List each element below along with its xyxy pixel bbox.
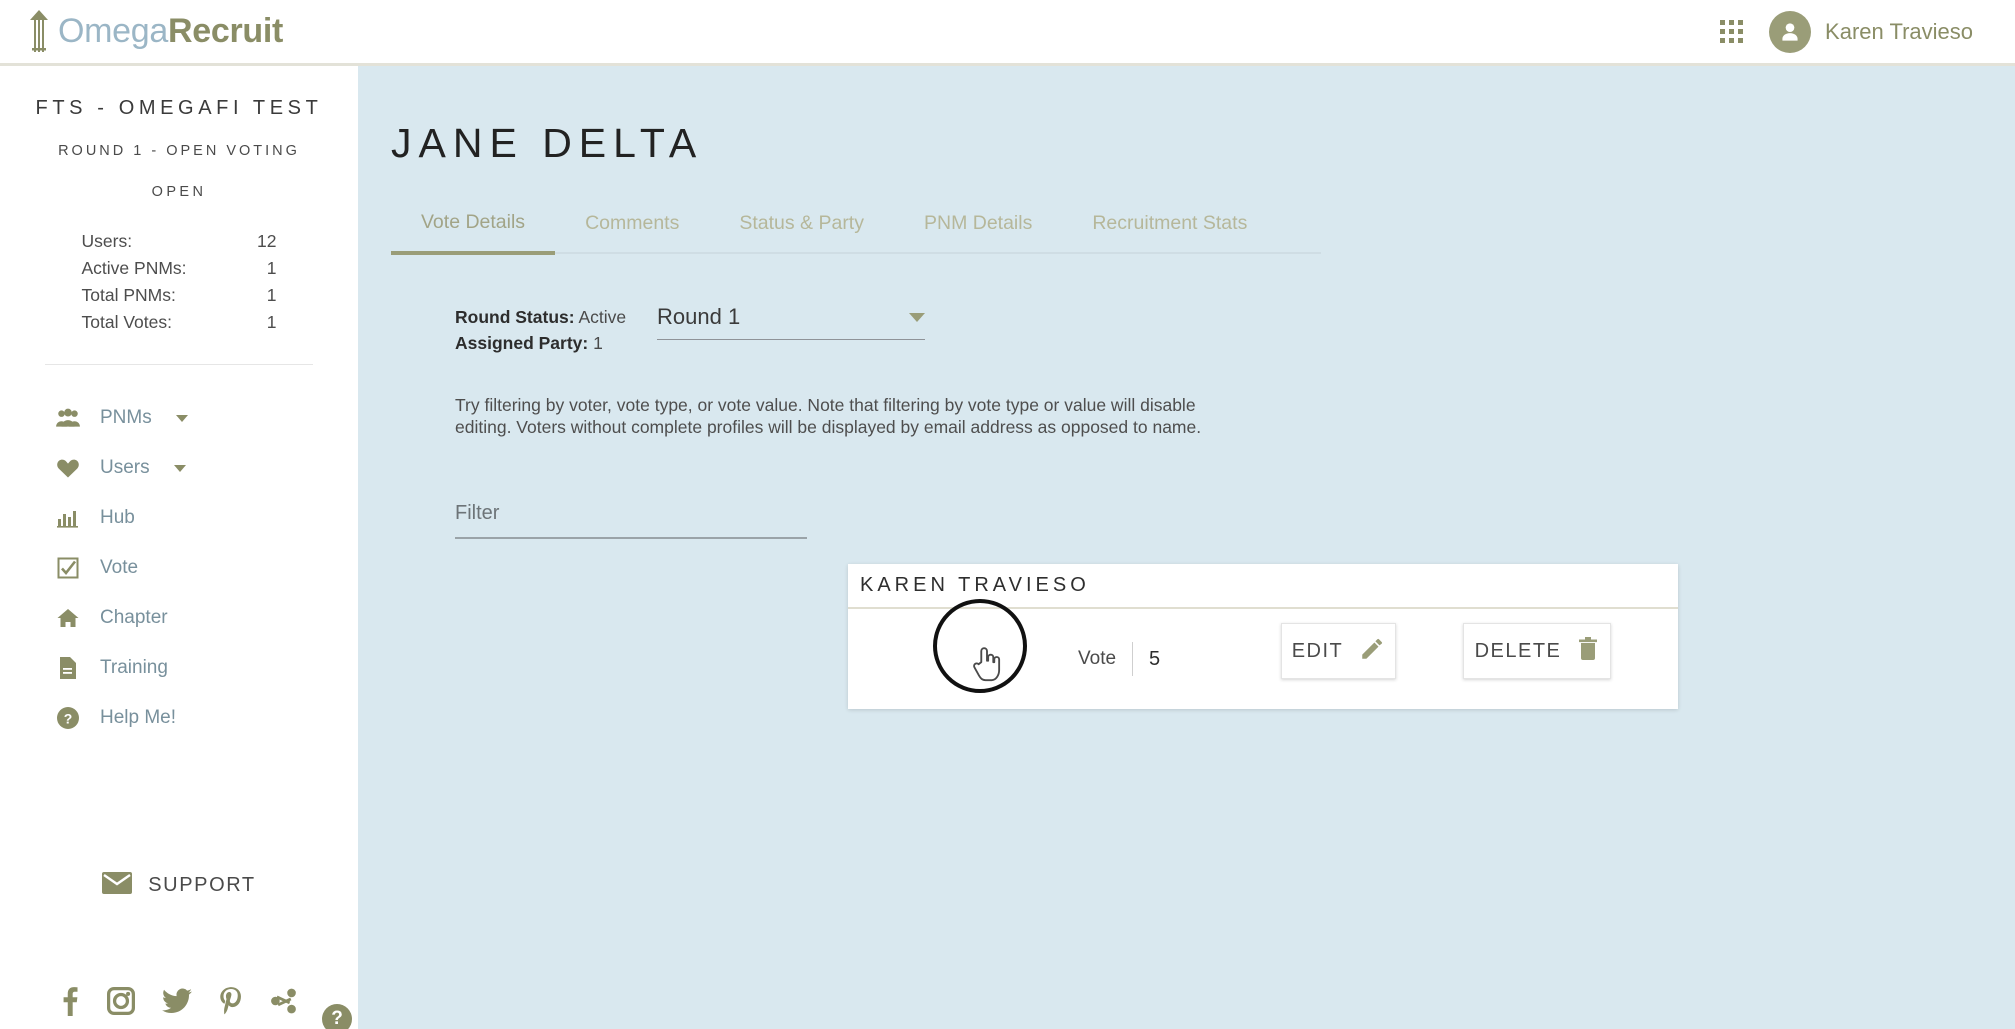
heart-icon	[55, 456, 81, 480]
sidebar-nav: PNMs Users Hub Vote Chapter Training ? H…	[0, 393, 358, 743]
vote-divider	[1132, 642, 1134, 676]
support-link[interactable]: SUPPORT	[0, 872, 358, 899]
sidebar-item-label: Training	[100, 657, 168, 678]
bar-chart-icon	[55, 506, 81, 530]
app-logo[interactable]: OmegaRecruit	[22, 8, 283, 56]
document-icon	[55, 656, 81, 680]
chevron-down-icon	[175, 414, 188, 422]
chevron-down-icon	[173, 464, 186, 472]
instagram-icon[interactable]	[107, 987, 135, 1015]
tab-vote-details[interactable]: Vote Details	[391, 211, 556, 255]
sidebar-item-label: Vote	[100, 557, 139, 578]
sidebar-item-users[interactable]: Users	[0, 443, 358, 493]
home-icon	[55, 606, 81, 630]
facebook-icon[interactable]	[60, 986, 80, 1016]
stat-label: Active PNMs:	[81, 258, 187, 278]
round-subtitle: ROUND 1 - OPEN VOTING	[58, 143, 300, 159]
stat-value: 12	[257, 231, 277, 251]
edit-button-label: EDIT	[1291, 639, 1344, 662]
assigned-party-line: Assigned Party: 1	[455, 330, 635, 356]
vote-card: KAREN TRAVIESO Vote 5 EDIT DELETE	[848, 564, 1678, 709]
person-avatar-icon	[1769, 10, 1812, 53]
pinterest-icon[interactable]	[219, 986, 243, 1016]
round-select[interactable]: Round 1	[657, 304, 925, 340]
sidebar-item-pnms[interactable]: PNMs	[0, 393, 358, 443]
stat-value: 1	[266, 258, 277, 278]
grid-apps-icon[interactable]	[1720, 20, 1744, 43]
svg-text:?: ?	[64, 711, 73, 727]
edit-button[interactable]: EDIT	[1281, 623, 1396, 679]
delete-button[interactable]: DELETE	[1463, 623, 1611, 679]
filter-hint-text: Try filtering by voter, vote type, or vo…	[455, 395, 1202, 437]
sidebar-item-label: PNMs	[100, 407, 152, 428]
stat-label: Total PNMs:	[81, 285, 176, 305]
chevron-down-icon	[909, 312, 925, 322]
people-group-icon	[55, 406, 81, 430]
sidebar-item-label: Hub	[100, 507, 135, 528]
vote-row: Vote 5 EDIT DELETE	[848, 609, 1678, 709]
round-info: Round Status: Active Assigned Party: 1	[455, 304, 635, 356]
tab-pnm-details[interactable]: PNM Details	[894, 212, 1062, 252]
sidebar-item-label: Users	[100, 457, 150, 478]
share-icon[interactable]	[270, 988, 298, 1014]
sidebar-item-hub[interactable]: Hub	[0, 493, 358, 543]
tab-comments[interactable]: Comments	[555, 212, 709, 252]
round-row: Round Status: Active Assigned Party: 1 R…	[455, 304, 2015, 356]
logo-omega-text: Omega	[58, 12, 168, 50]
filter-input[interactable]	[455, 502, 807, 525]
voter-name-header: KAREN TRAVIESO	[848, 564, 1678, 609]
vote-label: Vote	[1078, 648, 1117, 669]
logo-recruit-text: Recruit	[168, 12, 284, 50]
filter-field[interactable]	[455, 502, 807, 539]
logo-text: OmegaRecruit	[58, 12, 283, 51]
stat-label: Total Votes:	[81, 312, 172, 332]
pencil-icon	[1359, 636, 1385, 667]
stats-panel: Users: 12 Active PNMs: 1 Total PNMs: 1 T…	[82, 228, 277, 336]
twitter-icon[interactable]	[162, 988, 192, 1014]
stat-row: Total PNMs: 1	[82, 282, 277, 309]
sidebar-item-chapter[interactable]: Chapter	[0, 593, 358, 643]
help-badge-button[interactable]: ?	[322, 1004, 352, 1029]
social-links	[0, 986, 358, 1016]
sidebar-item-help-me[interactable]: ? Help Me!	[0, 693, 358, 743]
assigned-party-value: 1	[593, 333, 603, 353]
tab-recruitment-stats[interactable]: Recruitment Stats	[1062, 212, 1277, 252]
stat-value: 1	[266, 285, 277, 305]
round-status-label: OPEN	[151, 184, 207, 200]
stat-value: 1	[266, 312, 277, 332]
round-status-label: Round Status:	[455, 307, 575, 327]
sidebar: FTS - OMEGAFI TEST ROUND 1 - OPEN VOTING…	[0, 66, 358, 1029]
sidebar-item-label: Help Me!	[100, 707, 177, 728]
support-label: SUPPORT	[148, 874, 256, 896]
envelope-icon	[102, 872, 133, 899]
tab-bar: Vote Details Comments Status & Party PNM…	[391, 211, 1321, 255]
organization-title: FTS - OMEGAFI TEST	[35, 97, 323, 119]
round-status-value: Active	[578, 307, 627, 327]
sidebar-item-vote[interactable]: Vote	[0, 543, 358, 593]
question-circle-icon: ?	[55, 706, 81, 730]
app-root: OmegaRecruit Karen Travieso FTS - OMEGAF…	[0, 0, 2015, 1029]
top-bar: OmegaRecruit Karen Travieso	[0, 0, 2015, 66]
tab-status-and-party[interactable]: Status & Party	[709, 212, 894, 252]
vote-value: 5	[1149, 647, 1161, 670]
stat-label: Users:	[81, 231, 133, 251]
top-bar-right: Karen Travieso	[1720, 10, 1973, 53]
main-content: JANE DELTA Vote Details Comments Status …	[358, 66, 2015, 1029]
round-status-line: Round Status: Active	[455, 304, 635, 330]
stat-row: Users: 12	[82, 228, 277, 255]
sidebar-item-label: Chapter	[100, 607, 168, 628]
trash-icon	[1577, 636, 1599, 666]
column-logo-icon	[22, 8, 56, 56]
page-title: JANE DELTA	[391, 120, 704, 166]
round-select-value: Round 1	[657, 304, 741, 329]
stat-row: Active PNMs: 1	[82, 255, 277, 282]
sidebar-divider	[45, 364, 313, 365]
assigned-party-label: Assigned Party:	[455, 333, 589, 353]
sidebar-item-training[interactable]: Training	[0, 643, 358, 693]
delete-button-label: DELETE	[1474, 639, 1562, 662]
stat-row: Total Votes: 1	[82, 309, 277, 336]
check-square-icon	[55, 556, 81, 580]
user-name-label: Karen Travieso	[1825, 18, 1973, 44]
user-menu[interactable]: Karen Travieso	[1769, 10, 1973, 53]
